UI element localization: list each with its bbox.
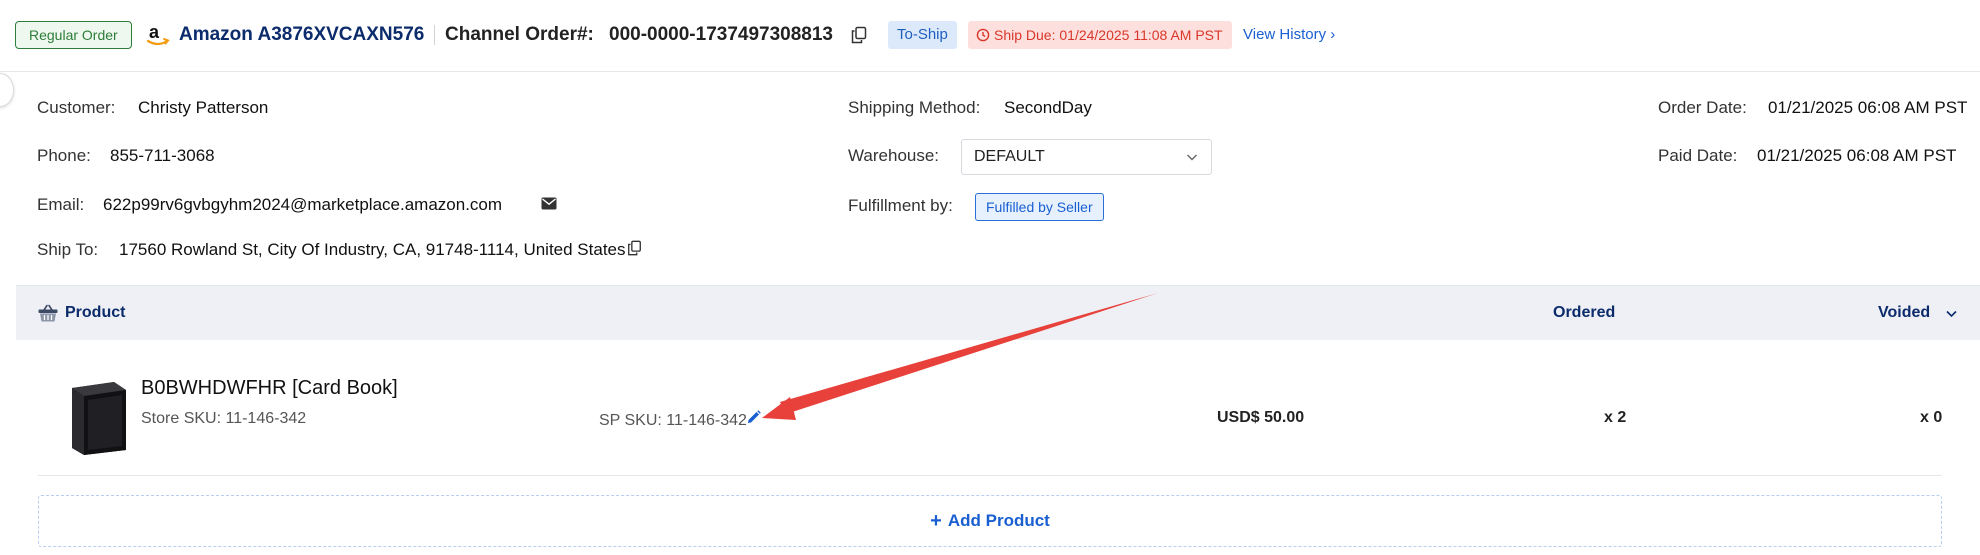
order-date-label: Order Date:: [1658, 98, 1747, 117]
warehouse-label: Warehouse:: [848, 146, 940, 165]
email-value: 622p99rv6gvbgyhm2024@marketplace.amazon.…: [103, 195, 503, 214]
fulfillment-badge: Fulfilled by Seller: [975, 193, 1104, 221]
copy-address-icon[interactable]: [627, 240, 642, 256]
order-header: Regular Order a Amazon A3876XVCAXN576 Ch…: [0, 0, 1980, 72]
sidebar-collapse-handle[interactable]: [0, 73, 14, 107]
voided-quantity: x 0: [1920, 409, 1943, 426]
ordered-quantity: x 2: [1604, 409, 1627, 426]
ship-to-value: 17560 Rowland St, City Of Industry, CA, …: [119, 240, 626, 259]
chevron-down-icon: [1187, 154, 1197, 161]
channel-order-number: 000-0000-1737497308813: [609, 24, 833, 45]
add-product-button[interactable]: + Add Product: [38, 495, 1942, 547]
warehouse-selected-value: DEFAULT: [974, 148, 1045, 165]
sp-sku: SP SKU: 11-146-342: [599, 412, 747, 429]
voided-column-header: Voided: [1878, 304, 1931, 321]
product-row: B0BWHDWFHR [Card Book] Store SKU: 11-146…: [16, 340, 1980, 476]
store-name: Amazon A3876XVCAXN576: [179, 24, 425, 45]
collapse-chevron-icon[interactable]: [1945, 307, 1958, 320]
warehouse-select[interactable]: DEFAULT: [961, 139, 1212, 175]
product-table-header: Product Ordered Voided: [16, 285, 1980, 340]
copy-order-number-icon[interactable]: [851, 26, 867, 44]
order-type-badge: Regular Order: [15, 21, 132, 49]
row-divider: [38, 475, 1942, 476]
status-badge: To-Ship: [888, 21, 957, 49]
customer-label: Customer:: [37, 98, 116, 117]
phone-label: Phone:: [37, 146, 91, 165]
product-thumbnail: [62, 380, 134, 456]
clock-icon: [976, 28, 990, 42]
basket-icon: [38, 304, 58, 323]
ship-due-text: Ship Due: 01/24/2025 11:08 AM PST: [994, 27, 1223, 43]
customer-value: Christy Patterson: [138, 98, 269, 117]
channel-order-label: Channel Order#:: [445, 24, 594, 45]
ordered-column-header: Ordered: [1553, 304, 1616, 321]
product-price: USD$ 50.00: [1217, 409, 1305, 426]
order-date-value: 01/21/2025 06:08 AM PST: [1768, 98, 1968, 117]
phone-value: 855-711-3068: [110, 146, 215, 165]
svg-text:a: a: [149, 22, 160, 42]
store-sku: Store SKU: 11-146-342: [141, 410, 307, 427]
product-title: B0BWHDWFHR [Card Book]: [141, 377, 398, 399]
email-label: Email:: [37, 195, 85, 214]
mail-icon[interactable]: [541, 197, 557, 210]
ship-due-badge: Ship Due: 01/24/2025 11:08 AM PST: [968, 21, 1232, 49]
view-history-link[interactable]: View History ›: [1243, 22, 1335, 48]
fulfillment-label: Fulfillment by:: [848, 196, 953, 215]
amazon-logo-icon: a: [146, 22, 170, 48]
product-column-header: Product: [65, 304, 126, 321]
header-divider: [434, 25, 435, 45]
paid-date-value: 01/21/2025 06:08 AM PST: [1757, 146, 1957, 165]
shipping-method-label: Shipping Method:: [848, 98, 981, 117]
ship-to-label: Ship To:: [37, 240, 99, 259]
edit-sku-pencil-icon[interactable]: [745, 409, 762, 426]
plus-icon: +: [930, 510, 942, 532]
shipping-method-value: SecondDay: [1004, 98, 1092, 117]
add-product-label: Add Product: [947, 511, 1050, 530]
paid-date-label: Paid Date:: [1658, 146, 1738, 165]
